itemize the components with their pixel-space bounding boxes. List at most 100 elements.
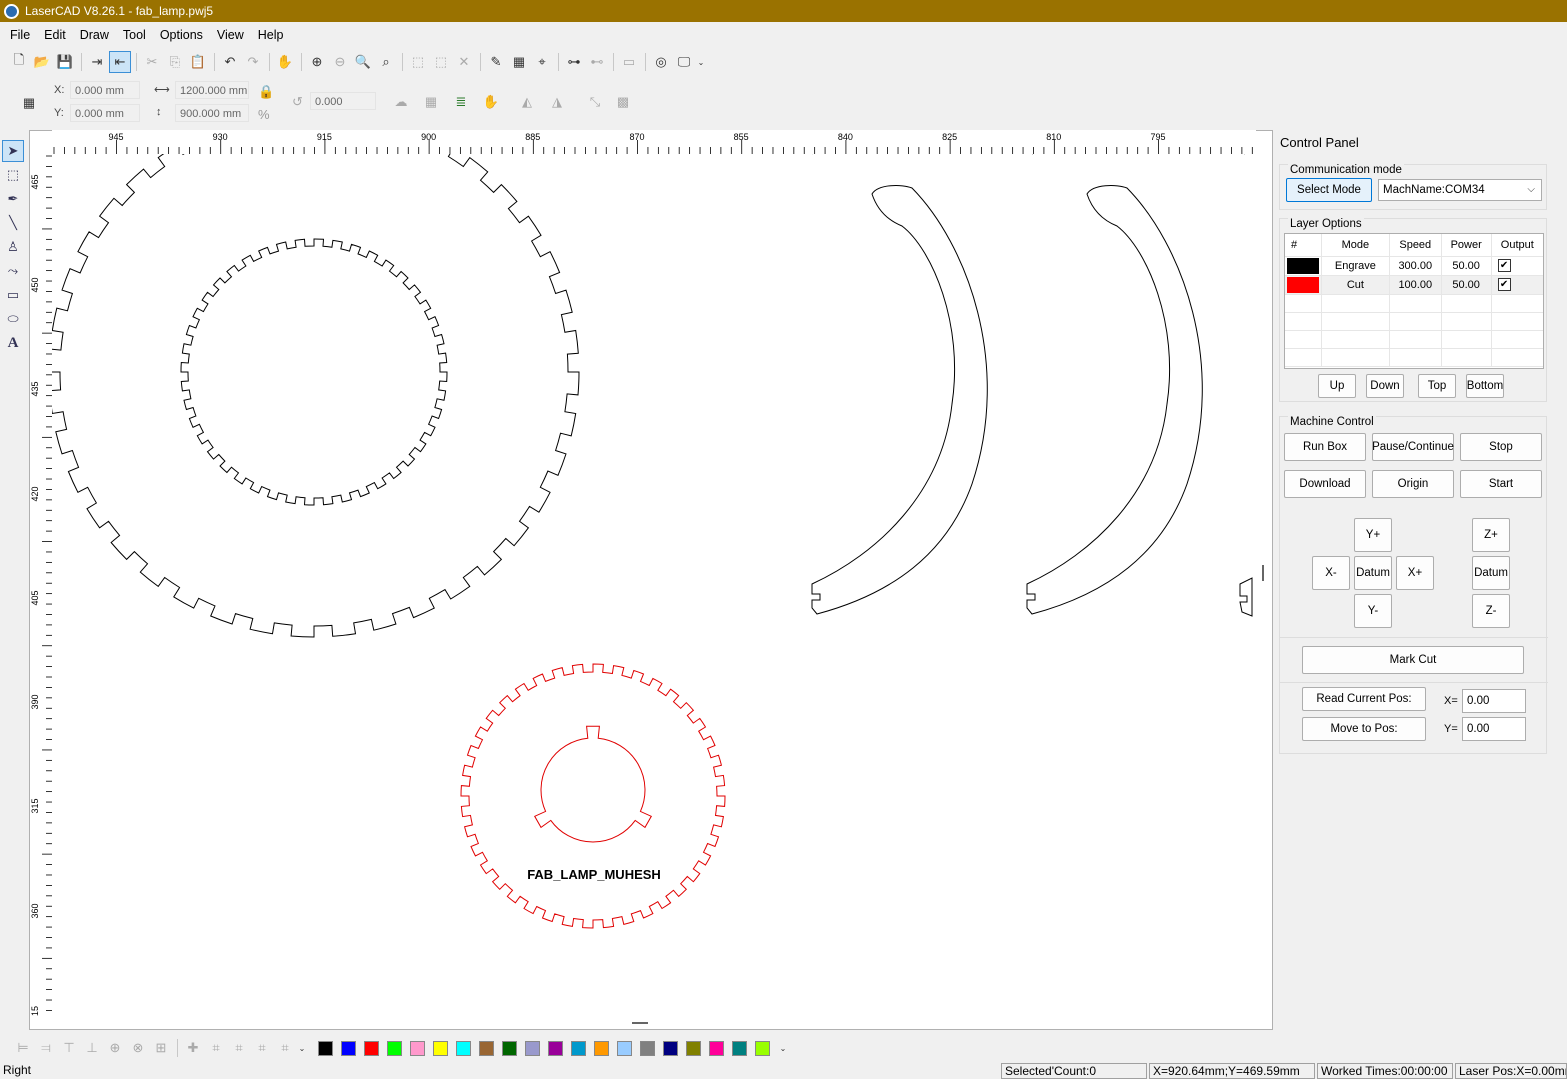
machine-select[interactable]: MachName:COM34 ⌵ (1378, 179, 1542, 201)
run-box-button[interactable]: Run Box (1284, 433, 1366, 461)
menu-edit[interactable]: Edit (44, 28, 66, 42)
palette-swatch[interactable] (640, 1040, 655, 1056)
palette-swatch[interactable] (525, 1040, 540, 1056)
pan-hand-icon[interactable]: ✋ (274, 51, 296, 73)
zoom-page-icon[interactable]: ⌕ (375, 51, 397, 73)
xy-datum-button[interactable]: Datum (1354, 556, 1392, 590)
shrink-icon[interactable]: ⤡ (584, 91, 606, 113)
palette-swatch[interactable] (318, 1040, 333, 1056)
palette-swatch[interactable] (548, 1040, 563, 1056)
copy-icon[interactable]: ⎘ (164, 51, 186, 73)
layer-top-button[interactable]: Top (1418, 374, 1456, 398)
sort-icon[interactable]: ⊷ (586, 51, 608, 73)
palette-swatch[interactable] (387, 1040, 402, 1056)
palette-swatch[interactable] (709, 1040, 724, 1056)
ungroup-icon[interactable]: ⬚ (430, 51, 452, 73)
rotate-angle-field[interactable]: 0.000 (310, 92, 376, 110)
palette-swatch[interactable] (755, 1040, 770, 1056)
align-center-v-icon[interactable]: ⊗ (127, 1037, 149, 1059)
layer-output-checkbox[interactable]: ✔ (1497, 278, 1511, 291)
mark-cut-button[interactable]: Mark Cut (1302, 646, 1524, 674)
spacing-icon[interactable]: ⌗ (274, 1037, 296, 1059)
jog-x-minus-button[interactable]: X- (1312, 556, 1350, 590)
pen-tool-icon[interactable]: ✎ (485, 51, 507, 73)
horizontal-splitter[interactable] (632, 1022, 648, 1024)
same-width-icon[interactable]: ⌗ (205, 1037, 227, 1059)
text-tool-icon[interactable]: A (2, 332, 24, 354)
align-center-icon[interactable]: ⊞ (150, 1037, 172, 1059)
height-field[interactable]: 900.000 mm (175, 104, 249, 122)
palette-swatch[interactable] (594, 1040, 609, 1056)
target-icon[interactable]: ◎ (650, 51, 672, 73)
lock-ratio-icon[interactable]: 🔒 (258, 84, 274, 100)
engraved-text[interactable]: FAB_LAMP_MUHESH (527, 867, 661, 882)
export-icon[interactable]: ⇤ (109, 51, 131, 73)
width-field[interactable]: 1200.000 mm (175, 81, 249, 99)
menu-file[interactable]: File (10, 28, 30, 42)
palette-overflow-icon[interactable]: ⌄ (778, 1037, 788, 1059)
arc-piece-path[interactable] (1026, 185, 1203, 615)
layer-color-swatch[interactable] (1285, 275, 1322, 295)
align-bottom-icon[interactable]: ⊥ (81, 1037, 103, 1059)
palette-swatch[interactable] (341, 1040, 356, 1056)
stop-button[interactable]: Stop (1460, 433, 1542, 461)
inner-ring-path[interactable] (180, 238, 448, 506)
delete-group-icon[interactable]: ✕ (453, 51, 475, 73)
palette-swatch[interactable] (433, 1040, 448, 1056)
layer-bottom-button[interactable]: Bottom (1466, 374, 1504, 398)
read-current-pos-button[interactable]: Read Current Pos: (1302, 687, 1426, 711)
cloud-icon[interactable]: ☁ (390, 91, 412, 113)
red-gear-path[interactable] (460, 663, 726, 929)
save-icon[interactable]: 💾 (54, 51, 76, 73)
curve-icon[interactable]: ⤳ (2, 260, 24, 282)
node-edit-icon[interactable]: ⌖ (531, 51, 553, 73)
drawing-canvas[interactable]: FAB_LAMP_MUHESH (52, 154, 1256, 1016)
palette-swatch[interactable] (732, 1040, 747, 1056)
preview-monitor-icon[interactable]: 🖵 (673, 51, 695, 73)
polyline-icon[interactable]: ♙ (2, 236, 24, 258)
align-overflow-icon[interactable]: ⌄ (297, 1037, 307, 1059)
layer-row-cut[interactable]: Cut 100.00 50.00 ✔ (1285, 275, 1543, 295)
simulate-icon[interactable]: ▭ (618, 51, 640, 73)
palette-swatch[interactable] (479, 1040, 494, 1056)
align-right-icon[interactable]: ⫤ (35, 1037, 57, 1059)
jog-z-minus-button[interactable]: Z- (1472, 594, 1510, 628)
cut-icon[interactable]: ✂ (141, 51, 163, 73)
palette-swatch[interactable] (571, 1040, 586, 1056)
edge-piece-path[interactable] (1239, 577, 1253, 617)
select-mode-button[interactable]: Select Mode (1286, 178, 1372, 202)
node-select-icon[interactable]: ⬚ (2, 164, 24, 186)
same-height-icon[interactable]: ⌗ (228, 1037, 250, 1059)
mirror-horizontal-icon[interactable]: ◭ (516, 91, 538, 113)
zoom-in-icon[interactable]: ⊕ (306, 51, 328, 73)
group-icon[interactable]: ⬚ (407, 51, 429, 73)
menu-view[interactable]: View (217, 28, 244, 42)
toolbar-overflow-icon[interactable]: ⌄ (696, 51, 706, 73)
vertical-splitter[interactable] (1262, 565, 1264, 581)
layer-output-checkbox[interactable]: ✔ (1497, 259, 1511, 272)
palette-swatch[interactable] (456, 1040, 471, 1056)
palette-swatch[interactable] (364, 1040, 379, 1056)
y-position-field[interactable]: 0.000 mm (70, 104, 140, 122)
palette-swatch[interactable] (663, 1040, 678, 1056)
pos-x-input[interactable]: 0.00 (1462, 689, 1526, 713)
menu-tool[interactable]: Tool (123, 28, 146, 42)
pos-y-input[interactable]: 0.00 (1462, 717, 1526, 741)
layer-down-button[interactable]: Down (1366, 374, 1404, 398)
layer-color-swatch[interactable] (1285, 256, 1322, 276)
layer-row-engrave[interactable]: Engrave 300.00 50.00 ✔ (1285, 256, 1543, 276)
jog-y-plus-button[interactable]: Y+ (1354, 518, 1392, 552)
palette-swatch[interactable] (410, 1040, 425, 1056)
menu-options[interactable]: Options (160, 28, 203, 42)
start-button[interactable]: Start (1460, 470, 1542, 498)
anchor-grid-icon[interactable]: ▦ (18, 92, 40, 114)
rectangle-icon[interactable]: ▭ (2, 284, 24, 306)
ellipse-icon[interactable]: ⬭ (2, 308, 24, 330)
array-icon[interactable]: ▦ (508, 51, 530, 73)
pen-icon[interactable]: ✒ (2, 188, 24, 210)
pattern-fill-icon[interactable]: ▩ (612, 91, 634, 113)
large-gear-path[interactable] (52, 154, 580, 638)
align-center-h-icon[interactable]: ⊕ (104, 1037, 126, 1059)
move-to-pos-button[interactable]: Move to Pos: (1302, 717, 1426, 741)
red-hub-path[interactable] (533, 725, 653, 843)
